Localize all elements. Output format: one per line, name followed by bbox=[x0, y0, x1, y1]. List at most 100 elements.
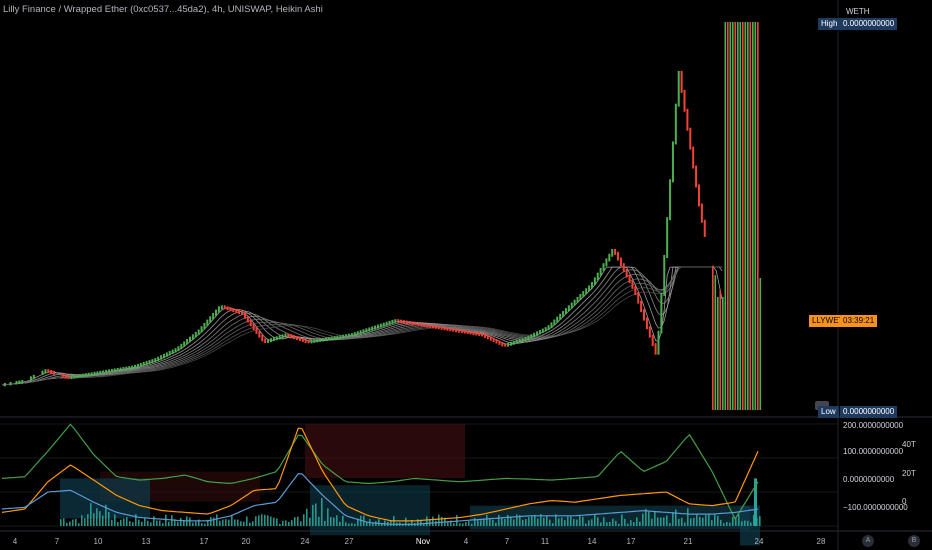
candle bbox=[139, 362, 142, 367]
volume-bar bbox=[573, 518, 575, 526]
candle bbox=[727, 22, 729, 410]
osc-axis-label: 200.0000000000 bbox=[843, 421, 904, 430]
osc-axis-label: 0.0000000000 bbox=[843, 475, 895, 484]
volume-bar bbox=[315, 503, 317, 526]
candle bbox=[483, 333, 486, 338]
candle bbox=[322, 337, 325, 342]
volume-bar bbox=[69, 521, 71, 526]
candle bbox=[628, 274, 631, 284]
candle bbox=[550, 322, 553, 329]
volume-bar bbox=[759, 516, 761, 526]
volume-bar bbox=[522, 519, 524, 526]
volume-bar bbox=[63, 518, 65, 526]
candle bbox=[536, 331, 539, 336]
candle bbox=[336, 335, 339, 340]
volume-bar bbox=[72, 519, 74, 526]
volume-bar bbox=[156, 520, 158, 526]
volume-bar bbox=[651, 518, 653, 526]
candle bbox=[671, 141, 674, 183]
volume-bar bbox=[654, 510, 656, 526]
volume-bar bbox=[240, 521, 242, 526]
volume-bar bbox=[672, 512, 674, 526]
candle bbox=[96, 371, 99, 375]
volume-bar bbox=[666, 515, 668, 526]
volume-bar bbox=[675, 509, 677, 526]
volume-bar bbox=[567, 516, 569, 526]
log-scale-button[interactable]: B bbox=[908, 535, 920, 547]
candle bbox=[3, 382, 6, 387]
candle bbox=[533, 332, 536, 338]
candle bbox=[512, 340, 515, 345]
candle bbox=[666, 217, 669, 259]
candle bbox=[588, 285, 591, 292]
background bbox=[0, 0, 932, 550]
candle bbox=[722, 296, 724, 410]
candle bbox=[579, 293, 582, 300]
candle bbox=[567, 305, 570, 312]
volume-bar bbox=[477, 519, 479, 526]
candle bbox=[298, 337, 301, 342]
candle bbox=[359, 330, 362, 335]
volume-bar bbox=[282, 520, 284, 526]
x-tick-label: 14 bbox=[587, 537, 597, 546]
volume-bar bbox=[495, 522, 497, 526]
volume-bar bbox=[741, 521, 743, 526]
candle bbox=[249, 319, 252, 327]
volume-bar bbox=[108, 511, 110, 526]
high-value: 0.0000000000 bbox=[840, 18, 898, 30]
candle bbox=[541, 328, 544, 333]
volume-bar bbox=[624, 518, 626, 526]
volume-bar bbox=[660, 517, 662, 526]
volume-bar bbox=[180, 517, 182, 526]
volume-bar bbox=[60, 519, 62, 526]
candle bbox=[93, 371, 96, 376]
volume-bar bbox=[276, 518, 278, 526]
volume-bar bbox=[336, 515, 338, 526]
candle bbox=[521, 337, 524, 342]
volume-bar bbox=[648, 511, 650, 526]
volume-bar bbox=[117, 522, 119, 526]
volume-bar bbox=[153, 516, 155, 526]
volume-bar bbox=[234, 519, 236, 526]
volume-bar bbox=[486, 514, 488, 526]
candle bbox=[41, 370, 44, 376]
volume-bar bbox=[618, 523, 620, 526]
volume-bar bbox=[690, 518, 692, 526]
volume-bar bbox=[138, 519, 140, 526]
volume-bar bbox=[318, 516, 320, 526]
volume-bar bbox=[144, 518, 146, 526]
volume-bar bbox=[621, 514, 623, 526]
volume-bar bbox=[633, 522, 635, 526]
chart-canvas[interactable] bbox=[0, 0, 932, 550]
candle bbox=[18, 380, 21, 384]
volume-bar bbox=[291, 520, 293, 526]
candle bbox=[744, 22, 747, 410]
volume-bar bbox=[504, 519, 506, 526]
candle bbox=[102, 370, 105, 374]
volume-bar bbox=[210, 517, 212, 526]
volume-bar bbox=[297, 516, 299, 526]
volume-bar bbox=[339, 521, 341, 526]
candle bbox=[742, 22, 744, 410]
candle bbox=[134, 364, 137, 369]
candle bbox=[281, 334, 284, 339]
candle bbox=[174, 348, 177, 353]
candle bbox=[637, 292, 640, 304]
candle bbox=[162, 353, 165, 359]
auto-scale-button[interactable]: A bbox=[862, 535, 874, 547]
candle bbox=[191, 334, 194, 340]
x-tick-label: 20 bbox=[241, 537, 251, 546]
candle bbox=[515, 339, 518, 344]
candle bbox=[752, 22, 754, 410]
volume-bar bbox=[216, 514, 218, 526]
candle bbox=[674, 103, 677, 145]
candle bbox=[573, 299, 576, 306]
volume-bar bbox=[438, 514, 440, 526]
volume-bar bbox=[600, 522, 602, 526]
candle bbox=[157, 356, 160, 362]
candle bbox=[29, 376, 32, 381]
volume-bar bbox=[603, 517, 605, 526]
candle bbox=[660, 292, 663, 334]
candle bbox=[206, 319, 209, 326]
candle bbox=[507, 342, 510, 347]
